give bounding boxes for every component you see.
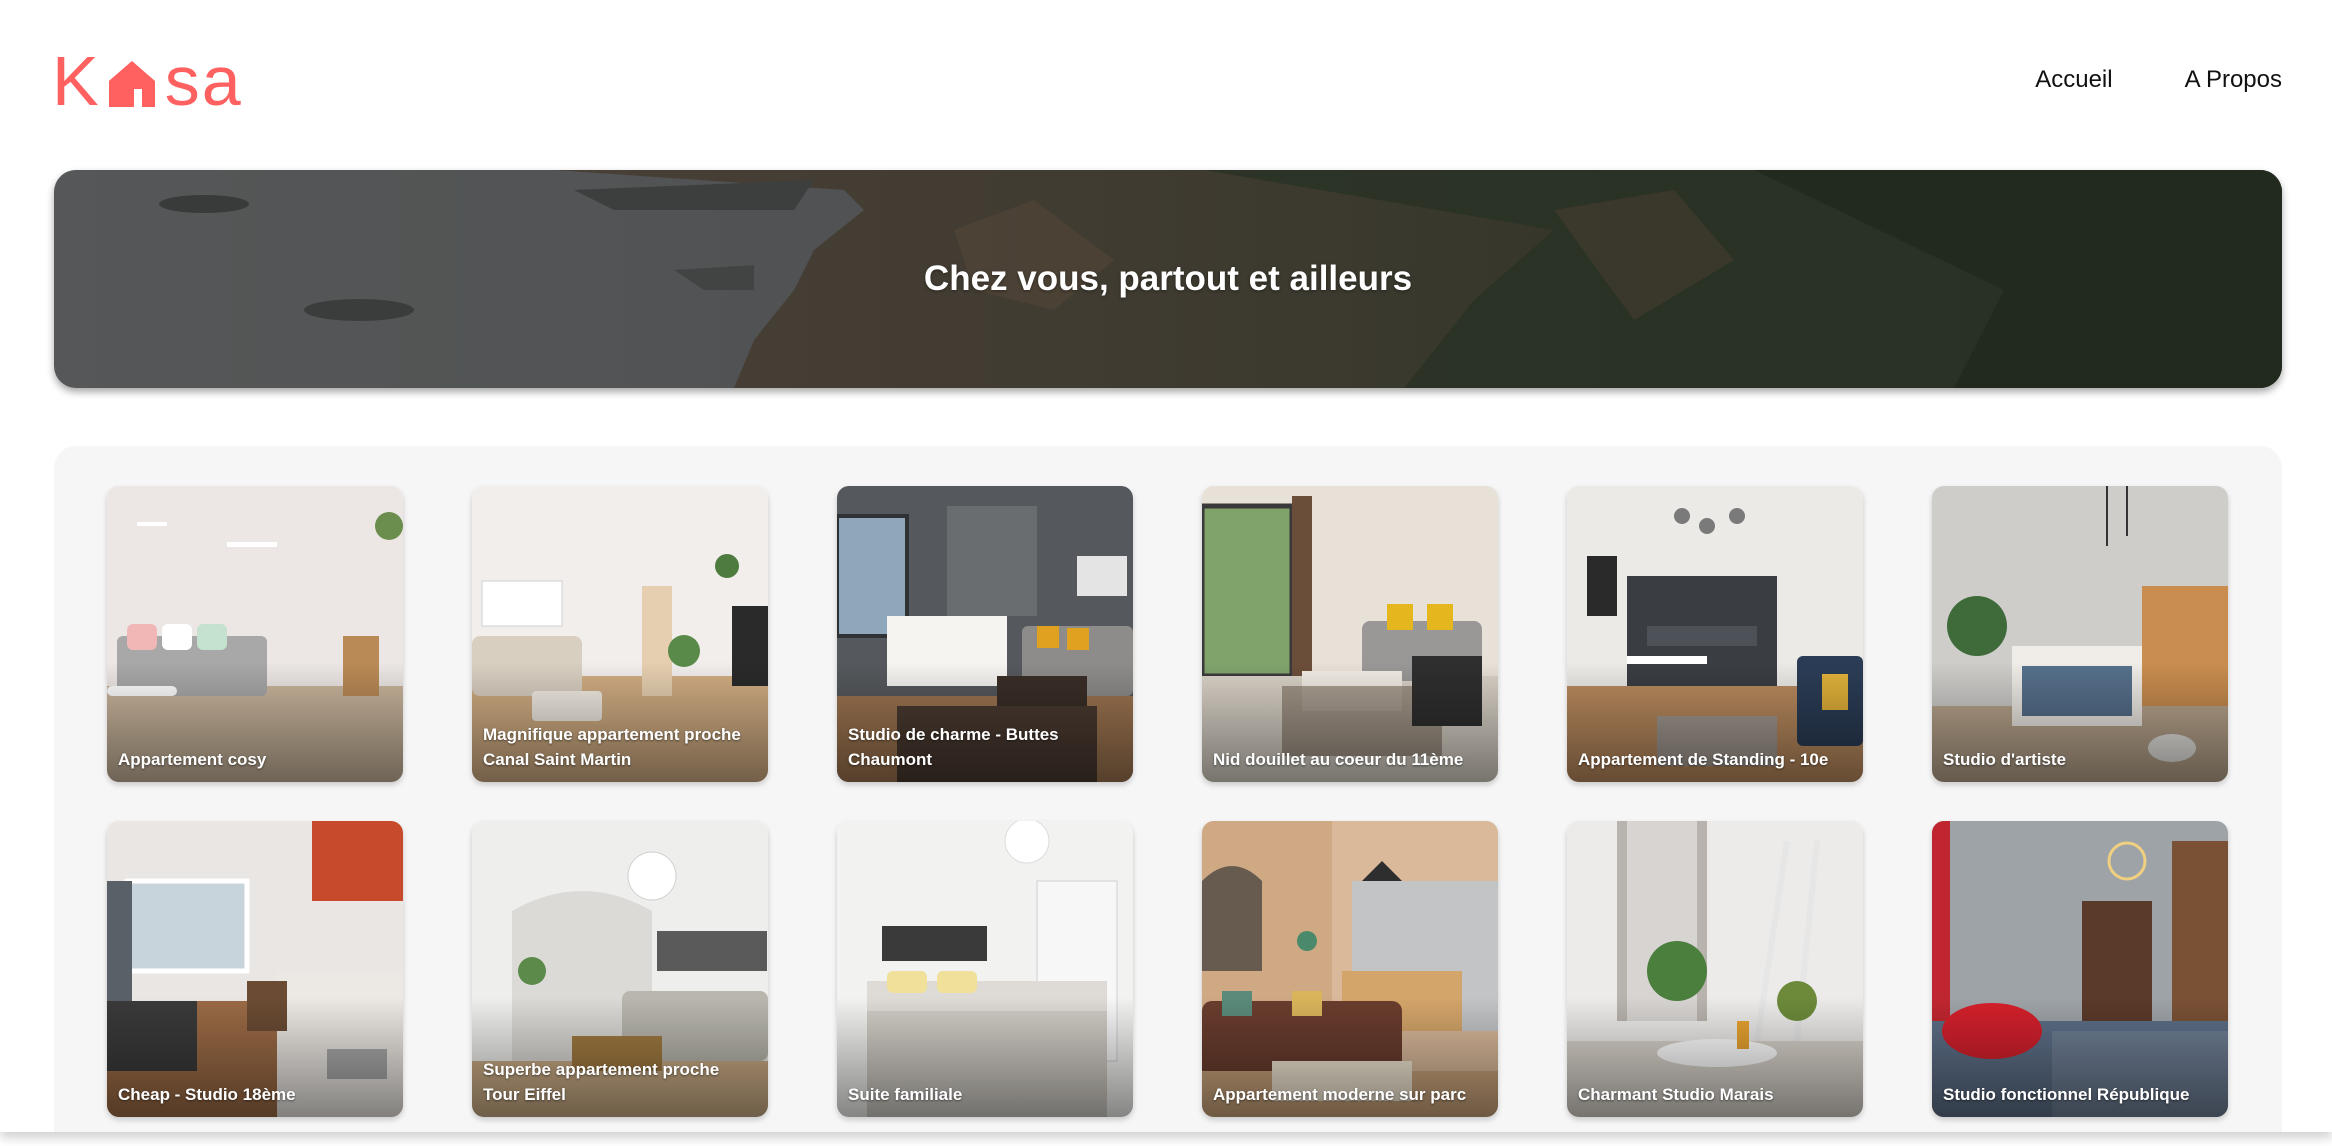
listing-card-title: Cheap - Studio 18ème [118,1085,296,1104]
house-icon [108,61,155,107]
listing-card-title: Nid douillet au coeur du 11ème [1213,750,1464,769]
listing-card[interactable]: Studio d'artiste [1932,486,2228,782]
logo-letter-k: K [52,42,101,120]
listing-card[interactable]: Superbe appartement proche Tour Eiffel [472,821,768,1117]
listing-card[interactable]: Nid douillet au coeur du 11ème [1202,486,1498,782]
listing-card-title: Appartement de Standing - 10e [1578,750,1829,769]
nav-link-a-propos[interactable]: A Propos [2185,64,2282,96]
listing-card[interactable]: Studio de charme - Buttes Chaumont [837,486,1133,782]
listings-gallery: Appartement cosy Magnifique appartement … [54,446,2282,1132]
listing-card-title: Suite familiale [848,1085,963,1104]
listing-card-title: Studio fonctionnel République [1943,1085,2190,1104]
listing-card[interactable]: Cheap - Studio 18ème [107,821,403,1117]
main-nav: Accueil A Propos [2035,64,2282,96]
banner-title: Chez vous, partout et ailleurs [923,259,1413,298]
logo-letters-sa: sa [164,42,243,120]
listing-card[interactable]: Appartement moderne sur parc [1202,821,1498,1117]
listing-card[interactable]: Magnifique appartement proche Canal Sain… [472,486,768,782]
listing-card-title: Appartement moderne sur parc [1213,1085,1467,1104]
listing-card[interactable]: Charmant Studio Marais [1567,821,1863,1117]
hero-banner: Chez vous, partout et ailleurs [54,170,2282,388]
listing-card-title: Superbe appartement proche Tour Eiffel [483,1060,720,1104]
listing-card-title: Appartement cosy [118,750,267,769]
kasa-logo[interactable]: K sa [52,46,243,116]
listing-card[interactable]: Studio fonctionnel République [1932,821,2228,1117]
listing-card-title: Magnifique appartement proche Canal Sain… [483,725,741,769]
page-frame: K sa Accueil A Propos Chez vous, partout… [0,0,2332,1132]
listing-card-title: Charmant Studio Marais [1578,1085,1774,1104]
listing-card-title: Studio de charme - Buttes Chaumont [848,725,1059,769]
listing-card[interactable]: Appartement de Standing - 10e [1567,486,1863,782]
listing-card[interactable]: Appartement cosy [107,486,403,782]
listing-card-title: Studio d'artiste [1943,750,2067,769]
listing-card[interactable]: Suite familiale [837,821,1133,1117]
nav-link-accueil[interactable]: Accueil [2035,64,2112,96]
